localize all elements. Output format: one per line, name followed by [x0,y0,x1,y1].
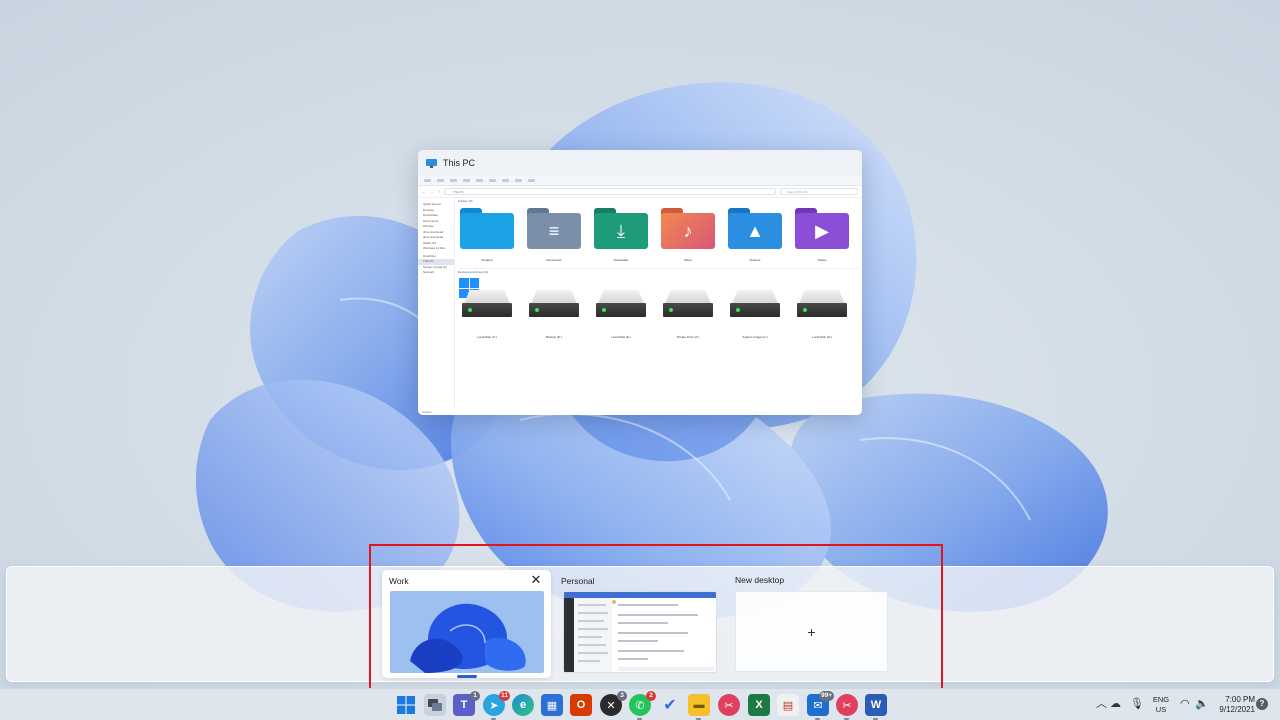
taskbar: T 1 ➤ 11 e ▦ O ✕ 3 ✆ 2 ✔ ▬ ✂ X ▤ ✉ 99+ ✂… [0,688,1280,720]
folder-music[interactable]: ♪ Music [661,208,715,264]
forward-arrow-icon[interactable]: → [430,189,434,194]
excel-icon: X [755,699,763,711]
drive-item[interactable]: Backup (D:) [527,290,581,340]
chevron-up-icon[interactable]: ︿ [1096,697,1107,711]
folder-desktop[interactable]: Desktop [460,208,514,264]
drive-item[interactable]: System Image (G:) [728,290,782,340]
explorer-search-input[interactable]: Search This PC [780,188,858,195]
teams-chat-button[interactable]: T 1 [453,691,480,716]
snip-button-2[interactable]: ✂ [836,694,858,720]
desktop-folder-icon [460,213,514,249]
word-icon: W [870,699,882,711]
office-icon: O [576,699,586,711]
telegram-icon: ➤ [489,699,499,712]
volume-icon[interactable]: 🔈 [1195,697,1209,711]
word-button[interactable]: W [865,694,887,720]
language-indicator[interactable]: ENG US [1152,695,1170,715]
nav-item[interactable]: Network [418,270,454,276]
snip-icon: ✂ [724,699,734,712]
music-folder-icon: ♪ [683,220,693,241]
explorer-title: This PC [443,158,476,168]
drive-item[interactable]: Local Disk (C:) [460,290,514,340]
up-arrow-icon[interactable]: ↑ [438,189,440,194]
pictures-folder-icon: ▲ [746,220,764,241]
windows-start-icon [397,696,415,714]
whatsapp-badge: 2 [646,691,656,701]
mail-badge: 99+ [818,691,834,701]
office-button[interactable]: O [570,694,592,716]
explorer-nav-pane[interactable]: Quick access Desktop Downloads Documents… [418,198,455,408]
folder-videos[interactable]: ▶ Videos [795,208,849,264]
xbox-badge: 3 [617,691,627,701]
teams-badge: 1 [470,691,480,701]
edge-button[interactable]: e [512,694,534,716]
folders-group-header[interactable]: Folders (6) [458,199,473,203]
document-app-icon: ▤ [782,699,794,712]
edge-icon: e [519,699,527,711]
microphone-icon[interactable]: 🎙 [1130,697,1144,711]
mail-button[interactable]: ✉ 99+ [807,691,834,720]
help-icon[interactable]: ? [1256,698,1268,710]
whatsapp-icon: ✆ [635,699,645,712]
explorer-toolbar[interactable] [418,176,862,186]
this-pc-icon [426,158,437,168]
file-explorer-icon: ▬ [693,699,705,711]
videos-folder-icon: ▶ [815,220,829,241]
documents-folder-icon: ≡ [548,220,560,241]
store-icon: ▦ [546,699,558,712]
explorer-status-bar: 6 items [422,410,432,414]
address-bar[interactable]: This PC [444,188,776,195]
explorer-titlebar[interactable]: This PC [418,150,862,176]
wifi-icon[interactable]: ◠ [1180,697,1190,711]
folder-documents[interactable]: ≡ Documents [527,208,581,264]
document-app-button[interactable]: ▤ [777,694,799,716]
telegram-badge: 11 [499,691,510,701]
file-explorer-button[interactable]: ▬ [688,694,710,720]
explorer-address-row: ← → ↑ This PC Search This PC [418,186,862,198]
task-view-button[interactable] [424,694,446,716]
whatsapp-button[interactable]: ✆ 2 [629,691,656,720]
clock[interactable]: 7:00 PM 9/12/2021 [1213,695,1255,715]
drive-item[interactable]: Private Drive (F:) [661,290,715,340]
task-view-icon [428,699,442,711]
snip-icon: ✂ [842,699,852,712]
nav-item[interactable]: Windows 11 files [418,246,454,252]
drive-item[interactable]: Local Disk (H:) [795,290,849,340]
xbox-icon: ✕ [606,699,616,712]
folder-pictures[interactable]: ▲ Pictures [728,208,782,264]
drive-item[interactable]: Local Disk (E:) [594,290,648,340]
drives-group-header[interactable]: Devices and drives (6) [458,270,488,274]
excel-button[interactable]: X [748,694,770,716]
folder-downloads[interactable]: ⤓ Downloads [594,208,648,264]
onedrive-cloud-icon[interactable]: ☁ [1110,697,1121,711]
xbox-button[interactable]: ✕ 3 [600,691,627,716]
teams-chat-icon: T [460,699,468,711]
start-button[interactable] [395,694,417,716]
file-explorer-window[interactable]: This PC ← → ↑ This PC Search This PC Qui… [418,150,862,415]
telegram-button[interactable]: ➤ 11 [483,691,510,720]
todo-icon: ✔ [663,697,677,714]
store-button[interactable]: ▦ [541,694,563,716]
back-arrow-icon[interactable]: ← [422,189,426,194]
downloads-folder-icon: ⤓ [617,220,625,241]
explorer-content: Folders (6) Desktop ≡ Documents ⤓ Downlo… [455,198,862,408]
todo-button[interactable]: ✔ [659,694,681,716]
snip-button[interactable]: ✂ [718,694,740,716]
